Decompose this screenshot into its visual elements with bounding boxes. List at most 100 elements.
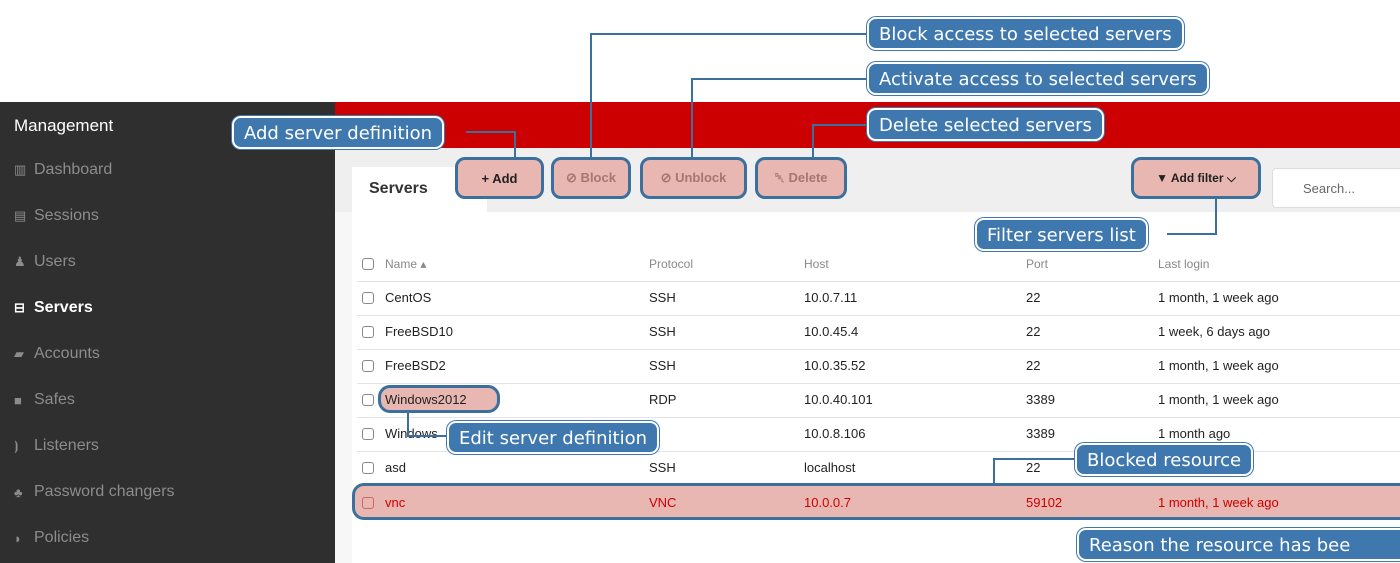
connector-line: [1215, 199, 1217, 235]
server-name-link[interactable]: Windows: [385, 426, 438, 441]
row-checkbox[interactable]: [362, 394, 374, 406]
sidebar-item-listeners[interactable]: ⦘ Listeners: [0, 423, 335, 469]
connector-line: [993, 458, 1075, 460]
column-header-host[interactable]: Host: [804, 257, 829, 271]
row-last-login: 1 month, 1 week ago: [1158, 495, 1279, 510]
table-row[interactable]: CentOS SSH 10.0.7.11 22 1 month, 1 week …: [362, 281, 1400, 315]
add-button-label: + Add: [481, 170, 518, 186]
connector-line: [691, 78, 693, 157]
table-row[interactable]: FreeBSD10 SSH 10.0.45.4 22 1 week, 6 day…: [362, 315, 1400, 349]
film-icon: ▤: [14, 208, 27, 223]
connector-line: [407, 411, 409, 437]
server-name-link[interactable]: asd: [385, 460, 406, 475]
sidebar-item-label: Dashboard: [34, 161, 113, 178]
select-all-checkbox[interactable]: [362, 258, 374, 270]
sidebar-item-label: Safes: [34, 391, 75, 408]
row-last-login: 1 month, 1 week ago: [1158, 290, 1279, 305]
row-port: 22: [1026, 290, 1041, 305]
row-host: localhost: [804, 460, 856, 475]
delete-button-label: ␡ Delete: [774, 170, 828, 185]
table-header: Name ▴ Protocol Host Port Last login: [362, 247, 1400, 281]
sidebar-item-password-changers[interactable]: ♣ Password changers: [0, 469, 335, 515]
users-icon: ♟: [14, 254, 26, 269]
sidebar-item-label: Sessions: [34, 207, 99, 224]
sidebar-item-label: Accounts: [34, 345, 100, 362]
search-input[interactable]: [1272, 168, 1400, 208]
server-name-link[interactable]: FreeBSD10: [385, 324, 453, 339]
add-filter-label: ▼ Add filter ⌵: [1156, 170, 1236, 185]
sidebar-item-dashboard[interactable]: ▥ Dashboard: [0, 147, 335, 193]
table-row[interactable]: Windows2012 RDP 10.0.40.101 3389 1 month…: [362, 383, 1400, 417]
row-port: 3389: [1026, 392, 1055, 407]
server-name-link[interactable]: vnc: [385, 495, 405, 510]
connector-line: [407, 435, 449, 437]
sitemap-icon: ♣: [14, 484, 23, 500]
row-host: 10.0.45.4: [804, 324, 859, 339]
sidebar-item-accounts[interactable]: ▰ Accounts: [0, 331, 335, 377]
sidebar-item-sessions[interactable]: ▤ Sessions: [0, 193, 335, 239]
sidebar: Management ▥ Dashboard ▤ Sessions ♟ User…: [0, 102, 335, 563]
row-protocol: SSH: [649, 324, 676, 339]
row-protocol: SSH: [649, 290, 676, 305]
row-protocol: SSH: [649, 358, 676, 373]
block-button[interactable]: ⊘ Block: [551, 157, 631, 199]
bar-chart-icon: ▥: [14, 162, 27, 177]
row-host: 10.0.8.106: [804, 426, 866, 441]
row-protocol: SSH: [649, 460, 676, 475]
add-button[interactable]: + Add: [455, 157, 544, 199]
delete-button[interactable]: ␡ Delete: [755, 157, 847, 199]
column-header-port[interactable]: Port: [1026, 257, 1048, 271]
sidebar-item-policies[interactable]: ◗ Policies: [0, 515, 335, 561]
server-name-link[interactable]: FreeBSD2: [385, 358, 446, 373]
connector-line: [590, 33, 867, 35]
callout-add: Add server definition: [232, 116, 444, 149]
row-checkbox[interactable]: [362, 462, 374, 474]
row-checkbox[interactable]: [362, 360, 374, 372]
row-port: 22: [1026, 358, 1041, 373]
row-host: 10.0.7.11: [804, 290, 858, 305]
callout-reason: Reason the resource has bee: [1077, 528, 1400, 561]
sidebar-item-label: Listeners: [34, 437, 99, 454]
connector-line: [466, 131, 516, 133]
row-port: 3389: [1026, 426, 1055, 441]
table-row-blocked[interactable]: vnc VNC 10.0.0.7 59102 1 month, 1 week a…: [362, 486, 1400, 520]
connector-line: [691, 78, 867, 80]
hdd-icon: ⊟: [14, 300, 25, 315]
callout-edit: Edit server definition: [447, 421, 660, 454]
sidebar-item-safes[interactable]: ■ Safes: [0, 377, 335, 423]
safe-icon: ■: [14, 392, 22, 408]
connector-line: [590, 33, 592, 157]
row-host: 10.0.40.101: [804, 392, 873, 407]
connector-line: [1167, 233, 1217, 235]
sidebar-item-servers[interactable]: ⊟ Servers: [0, 285, 335, 331]
block-button-label: ⊘ Block: [566, 170, 616, 185]
callout-filter: Filter servers list: [975, 218, 1148, 251]
server-name-link[interactable]: CentOS: [385, 290, 431, 305]
connector-line: [812, 124, 867, 126]
column-header-name[interactable]: Name ▴: [385, 257, 426, 271]
server-name-link[interactable]: Windows2012: [385, 392, 467, 407]
row-last-login: 1 month, 1 week ago: [1158, 392, 1279, 407]
add-filter-button[interactable]: ▼ Add filter ⌵: [1131, 157, 1261, 199]
sidebar-item-label: Policies: [34, 529, 90, 546]
row-checkbox[interactable]: [362, 497, 374, 509]
row-host: 10.0.35.52: [804, 358, 866, 373]
callout-block: Block access to selected servers: [867, 17, 1184, 50]
callout-activate: Activate access to selected servers: [867, 62, 1209, 95]
row-protocol: VNC: [649, 495, 677, 510]
row-last-login: 1 month ago: [1158, 426, 1231, 441]
column-header-protocol[interactable]: Protocol: [649, 257, 693, 271]
row-checkbox[interactable]: [362, 292, 374, 304]
row-protocol: RDP: [649, 392, 677, 407]
sidebar-item-users[interactable]: ♟ Users: [0, 239, 335, 285]
row-checkbox[interactable]: [362, 326, 374, 338]
row-last-login: 1 month, 1 week ago: [1158, 358, 1279, 373]
unblock-button[interactable]: ⊘ Unblock: [640, 157, 747, 199]
row-port: 59102: [1026, 495, 1063, 510]
connector-line: [993, 458, 995, 485]
column-header-last-login[interactable]: Last login: [1158, 257, 1209, 271]
sidebar-item-label: Password changers: [34, 483, 175, 500]
row-checkbox[interactable]: [362, 428, 374, 440]
table-row[interactable]: FreeBSD2 SSH 10.0.35.52 22 1 month, 1 we…: [362, 349, 1400, 383]
row-host: 10.0.0.7: [804, 495, 851, 510]
